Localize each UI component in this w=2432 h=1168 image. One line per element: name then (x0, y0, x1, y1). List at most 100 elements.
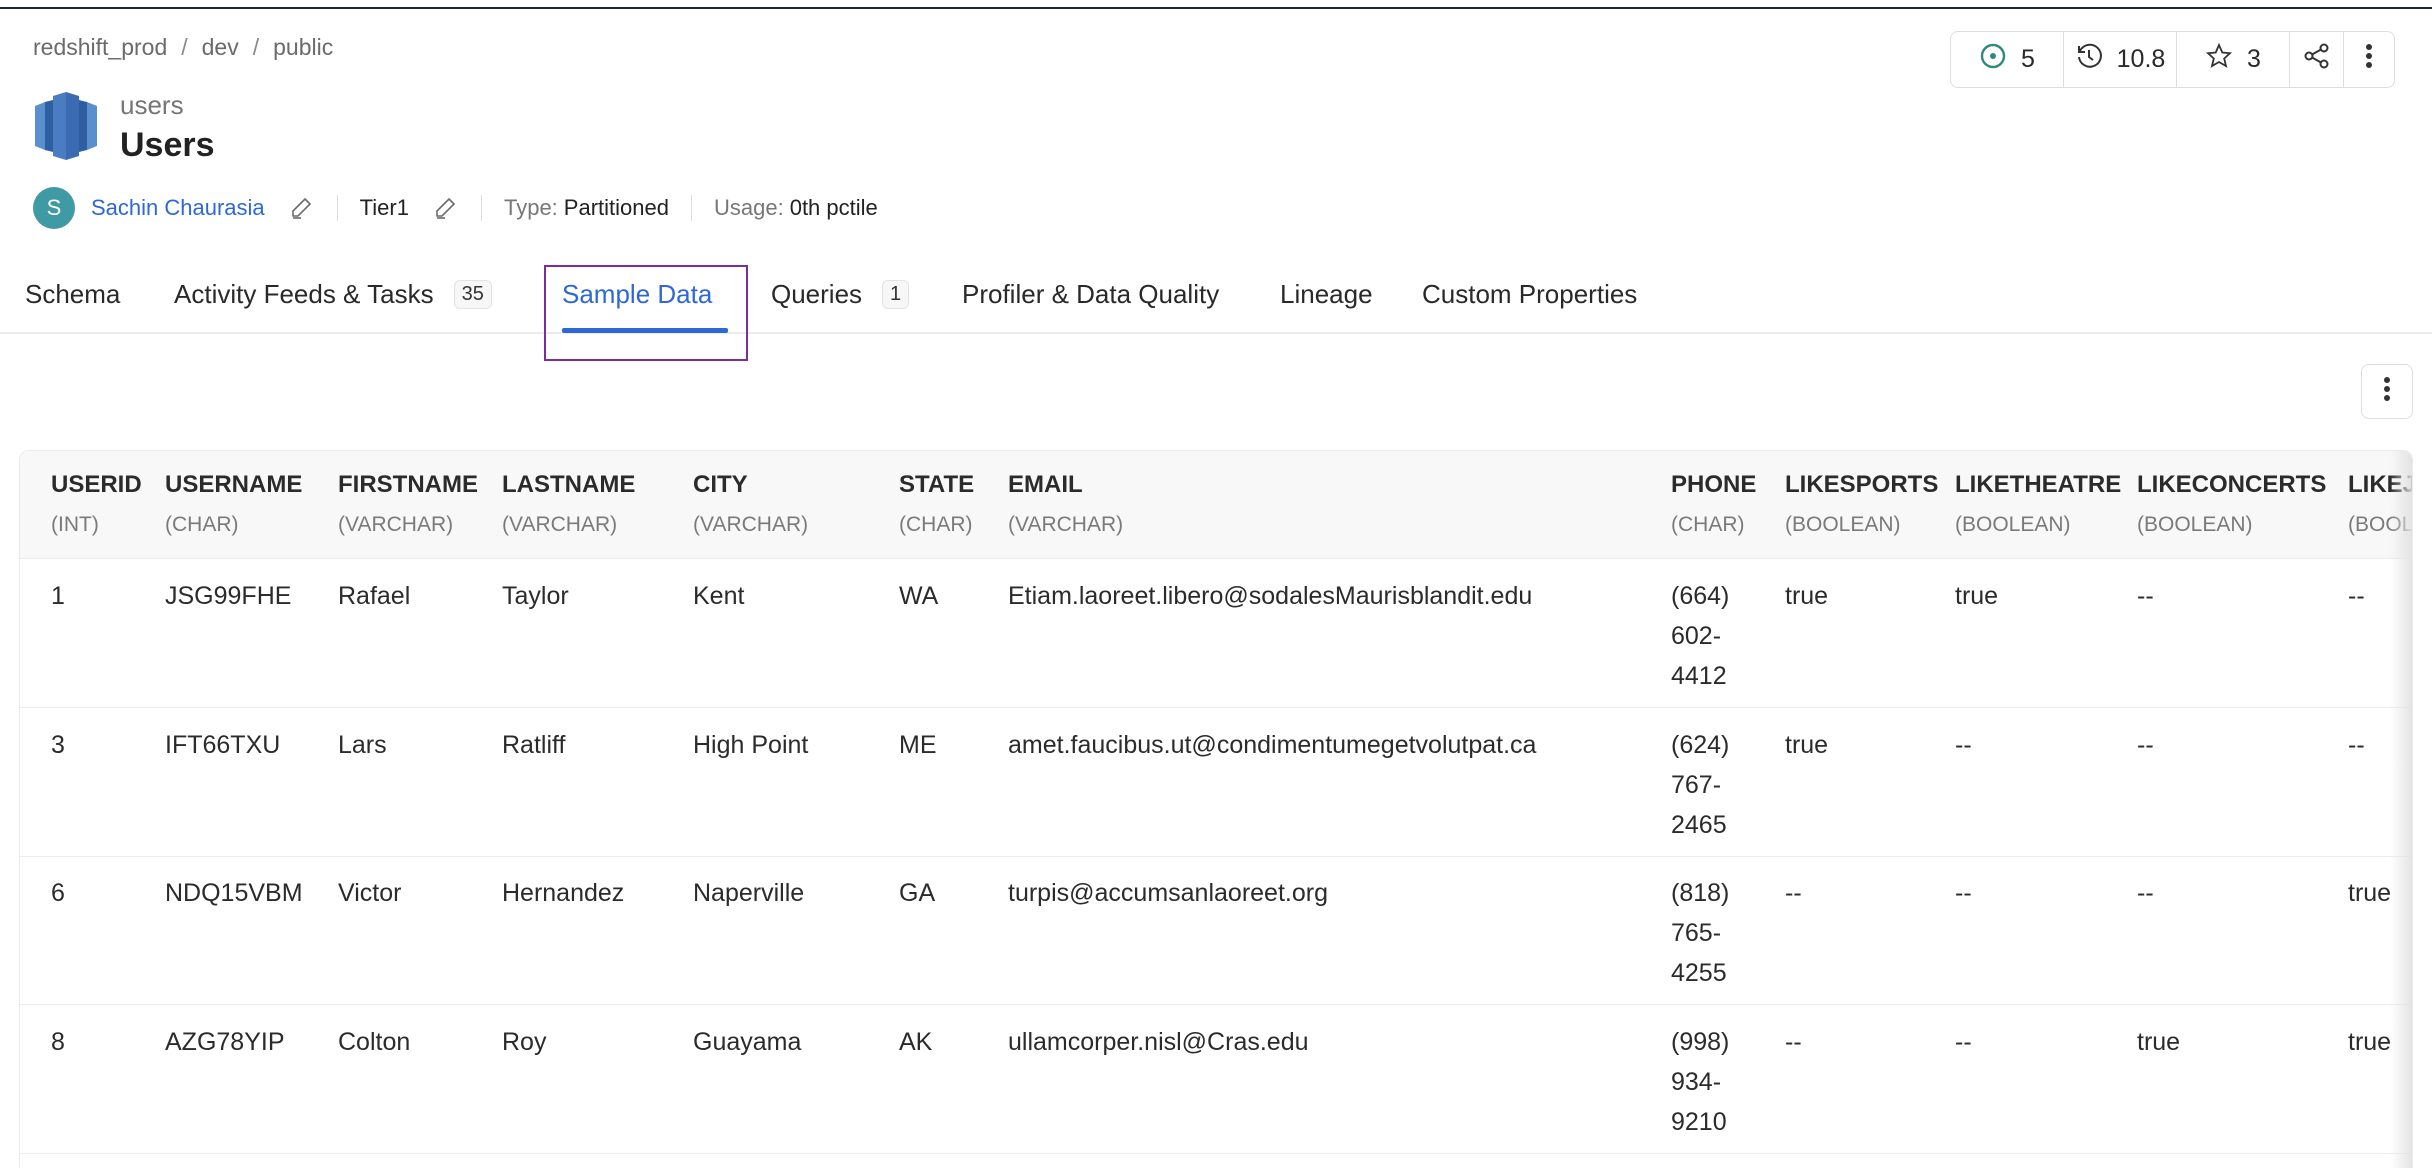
top-border (0, 7, 2432, 9)
breadcrumb-separator: / (252, 34, 260, 60)
table-cell: -- (1785, 1027, 1802, 1056)
column-name: LASTNAME (502, 471, 636, 498)
tab-schema[interactable]: Schema (25, 274, 120, 314)
tab-label: Profiler & Data Quality (962, 278, 1220, 309)
table-cell: -- (2137, 582, 2154, 610)
table-cell: GA (899, 879, 936, 907)
edit-tier-icon[interactable] (431, 194, 459, 222)
share-icon (2303, 42, 2331, 77)
star-icon (2205, 42, 2233, 77)
followers-button[interactable]: 5 (1951, 32, 2064, 87)
share-button[interactable] (2290, 32, 2344, 87)
column-name: FIRSTNAME (338, 471, 478, 498)
column-header[interactable]: USERNAME (CHAR) (165, 471, 302, 537)
column-header[interactable]: LIKETHEATRE (BOOLEAN) (1955, 471, 2121, 537)
breadcrumb-service[interactable]: redshift_prod (33, 34, 167, 61)
table-cell: Hernandez (502, 879, 625, 907)
more-options-button[interactable] (2344, 32, 2394, 87)
column-header[interactable]: LIKECONCERTS (BOOLEAN) (2137, 471, 2326, 537)
column-header[interactable]: LASTNAME (VARCHAR) (502, 471, 635, 537)
tab-label: Sample Data (562, 278, 713, 309)
column-header[interactable]: PHONE (CHAR) (1671, 471, 1756, 537)
horizontal-scroll-shadow (2390, 451, 2412, 1168)
column-type: (BOOLEAN) (1785, 513, 1901, 536)
followers-count: 5 (2021, 45, 2035, 73)
table-cell: -- (1955, 879, 1972, 907)
usage-label: Usage: (713, 195, 784, 220)
table-cell: -- (2137, 730, 2154, 759)
tab-label: Queries (771, 278, 863, 309)
table-cell: 3 (51, 730, 65, 759)
entity-meta-row: S Sachin Chaurasia Tier1 Type: Partition… (33, 186, 878, 230)
version-number: 10.8 (2116, 45, 2166, 73)
column-type: (CHAR) (1671, 513, 1745, 536)
table-cell: JSG99FHE (165, 582, 292, 610)
table-cell: Naperville (693, 879, 805, 907)
breadcrumb-database[interactable]: dev (202, 34, 239, 61)
table-row: 8 AZG78YIP Colton Roy Guayama AK ullamcorper.n… (20, 1006, 2412, 1154)
table-cell: 8 (51, 1027, 65, 1056)
table-cell: Ratliff (502, 730, 566, 759)
more-vertical-icon (2382, 375, 2392, 408)
column-type: (VARCHAR) (1008, 513, 1124, 536)
tab-bar: Schema Activity Feeds & Tasks 35 Sample … (0, 264, 2432, 334)
table-cell: -- (2348, 730, 2365, 759)
table-cell: Guayama (693, 1027, 802, 1056)
column-type: (BOOLEAN) (1955, 513, 2071, 536)
star-button[interactable]: 3 (2177, 32, 2290, 87)
table-cell: (624) 767-2465 (1671, 730, 1730, 839)
table-cell: 1 (51, 582, 65, 610)
column-type: (BOOLEAN) (2137, 513, 2253, 536)
table-cell: (818) 765-4255 (1671, 879, 1730, 987)
table-cell: ullamcorper.nisl@Cras.edu (1008, 1027, 1309, 1056)
table-cell: (998) 934-9210 (1671, 1027, 1730, 1136)
owner-link[interactable]: Sachin Chaurasia (91, 195, 265, 221)
table-cell: -- (1955, 730, 1972, 759)
tab-label: Activity Feeds & Tasks (174, 278, 434, 309)
table-cell: -- (1785, 879, 1802, 907)
column-type: (VARCHAR) (502, 513, 618, 536)
table-cell: Colton (338, 1027, 411, 1056)
column-header[interactable]: STATE (CHAR) (899, 471, 974, 537)
table-cell: IFT66TXU (165, 730, 281, 759)
divider (480, 195, 482, 221)
sample-data-table: USERID (INT) USERNAME (CHAR) FIRSTNAME (VARCH… (19, 450, 2413, 1168)
column-header[interactable]: LIKESPORTS (BOOLEAN) (1785, 471, 1938, 537)
table-cell: -- (1955, 1027, 1972, 1056)
tab-label: Lineage (1280, 278, 1373, 309)
breadcrumb-schema[interactable]: public (273, 34, 333, 61)
table-cell: turpis@accumsanlaoreet.org (1008, 879, 1328, 907)
column-header[interactable]: CITY (VARCHAR) (693, 471, 808, 537)
breadcrumb: redshift_prod / dev / public (33, 34, 333, 61)
tab-lineage[interactable]: Lineage (1280, 274, 1373, 314)
table-cell: true (2348, 879, 2392, 907)
redshift-logo-icon (35, 92, 97, 160)
edit-owner-icon[interactable] (287, 194, 315, 222)
table-cell: Etiam.laoreet.libero@sodalesMaurisblandi… (1008, 582, 1533, 610)
sample-data-options-button[interactable] (2361, 364, 2413, 419)
divider (336, 195, 338, 221)
column-name: LIKETHEATRE (1955, 471, 2122, 498)
column-header[interactable]: USERID (INT) (51, 471, 142, 537)
column-name: LIKECONCERTS (2137, 471, 2327, 498)
table-cell: NDQ15VBM (165, 879, 303, 907)
entity-actions-bar: 5 10.8 3 (1950, 31, 2395, 88)
table-cell: ME (899, 730, 937, 759)
tab-label: Custom Properties (1422, 278, 1638, 309)
tab-profiler[interactable]: Profiler & Data Quality (962, 274, 1219, 314)
usage-value: 0th pctile (789, 195, 878, 220)
owner-avatar[interactable]: S (33, 187, 75, 229)
column-header[interactable]: FIRSTNAME (VARCHAR) (338, 471, 478, 537)
tab-queries[interactable]: Queries 1 (771, 274, 910, 314)
table-cell: Lars (338, 730, 387, 759)
version-button[interactable]: 10.8 (2064, 32, 2177, 87)
column-header[interactable]: EMAIL (VARCHAR) (1008, 471, 1123, 537)
tab-activity-feeds[interactable]: Activity Feeds & Tasks 35 (174, 274, 492, 314)
star-count: 3 (2247, 45, 2261, 73)
type-value: Partitioned (563, 195, 669, 220)
tab-sample-data[interactable]: Sample Data (562, 274, 712, 314)
table-cell: (664) 602-4412 (1671, 582, 1730, 690)
entity-display-name: Users (120, 126, 215, 164)
tab-custom-properties[interactable]: Custom Properties (1422, 274, 1637, 314)
column-type: (CHAR) (165, 513, 239, 536)
